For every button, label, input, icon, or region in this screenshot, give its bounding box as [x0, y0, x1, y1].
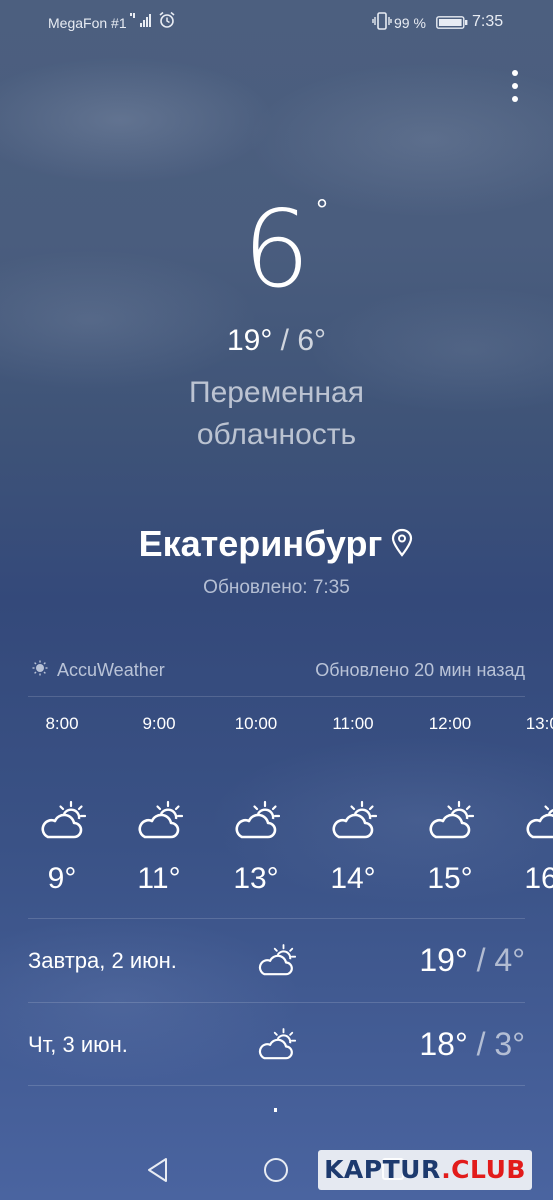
- hourly-item: 13:00 16°: [502, 712, 553, 896]
- signal-icon: [130, 13, 151, 27]
- hourly-item: 11:00 14°: [308, 712, 398, 896]
- alarm-icon: [159, 11, 175, 28]
- degree-symbol: °: [316, 194, 328, 227]
- carrier-name: MegaFon #1: [48, 15, 127, 31]
- status-bar: MegaFon #1 99 % 7:35: [0, 0, 553, 44]
- current-temperature: 6: [242, 188, 311, 311]
- divider: [28, 918, 525, 919]
- watermark-logo: KAPTUR.CLUB: [318, 1150, 532, 1190]
- hour-temperature: 11°: [137, 862, 181, 895]
- daily-forecast-row[interactable]: Чт, 3 июн. 18° / 3°: [28, 1004, 525, 1086]
- day-low: 4°: [494, 942, 525, 978]
- hour-time: 8:00: [45, 714, 79, 733]
- location-pin-icon: [392, 529, 413, 558]
- provider-updated: Обновлено 20 мин назад: [315, 660, 525, 680]
- day-name: Завтра, 2 июн.: [28, 948, 177, 973]
- divider: [28, 696, 525, 697]
- hour-time: 11:00: [332, 714, 374, 733]
- scroll-indicator: [274, 1108, 277, 1112]
- divider: [28, 1085, 525, 1086]
- home-icon[interactable]: [263, 1157, 289, 1183]
- watermark-part-2: .CLUB: [441, 1155, 526, 1184]
- day-temperature-range: 19° / 4°: [419, 942, 525, 979]
- weather-condition: Переменная облачность: [0, 372, 553, 456]
- hour-temperature: 9°: [47, 862, 77, 895]
- partly-cloudy-icon: [138, 800, 183, 839]
- hour-time: 9:00: [142, 714, 176, 733]
- hourly-item: 10:00 13°: [211, 712, 301, 896]
- divider: [28, 1002, 525, 1003]
- status-clock: 7:35: [472, 13, 504, 30]
- watermark-part-1: KAPTUR: [324, 1155, 442, 1184]
- high-low-temperature: 19° / 6°: [0, 324, 553, 358]
- hour-temperature: 16°: [524, 862, 553, 895]
- hourly-forecast[interactable]: 8:00 9° 9:00 11° 10:00 13° 11:00 14° 12:…: [0, 712, 553, 912]
- partly-cloudy-icon: [526, 800, 553, 839]
- last-updated: Обновлено: 7:35: [203, 577, 350, 598]
- daily-forecast-row[interactable]: Завтра, 2 июн. 19° / 4°: [28, 920, 525, 1002]
- condition-line-2: облачность: [196, 418, 357, 451]
- partly-cloudy-icon: [235, 800, 280, 839]
- hour-temperature: 13°: [233, 862, 279, 895]
- partly-cloudy-icon: [429, 800, 474, 839]
- hour-temperature: 14°: [330, 862, 376, 895]
- battery-icon: [436, 16, 468, 29]
- hourly-item: 9:00 11°: [114, 712, 204, 896]
- day-high: 19°: [419, 942, 468, 978]
- condition-line-1: Переменная: [189, 376, 364, 409]
- provider-row[interactable]: AccuWeather Обновлено 20 мин назад: [28, 650, 525, 690]
- provider-name[interactable]: AccuWeather: [57, 660, 165, 681]
- partly-cloudy-icon: [258, 1027, 296, 1060]
- hour-time: 13:00: [525, 714, 553, 733]
- vibrate-icon: [372, 12, 392, 30]
- day-name: Чт, 3 июн.: [28, 1032, 128, 1057]
- hourly-item: 12:00 15°: [405, 712, 495, 896]
- day-high: 18°: [419, 1026, 468, 1062]
- separator: /: [476, 942, 486, 978]
- day-temperature-range: 18° / 3°: [419, 1026, 525, 1063]
- separator: /: [280, 324, 290, 357]
- city-name[interactable]: Екатеринбург: [139, 523, 383, 564]
- day-low: 3°: [494, 1026, 525, 1062]
- back-icon[interactable]: [146, 1157, 170, 1183]
- low-temperature: 6°: [297, 324, 327, 357]
- city-selector[interactable]: Екатеринбург: [0, 523, 553, 565]
- hour-temperature: 15°: [427, 862, 473, 895]
- separator: /: [476, 1026, 486, 1062]
- accuweather-sun-icon: [32, 660, 48, 676]
- battery-percent: 99 %: [394, 15, 426, 31]
- current-temperature-block: 6 °: [0, 190, 553, 320]
- partly-cloudy-icon: [332, 800, 377, 839]
- hourly-item: 8:00 9°: [17, 712, 107, 896]
- more-options-icon[interactable]: [500, 66, 530, 106]
- partly-cloudy-icon: [258, 943, 296, 976]
- hour-time: 10:00: [234, 714, 278, 733]
- hour-time: 12:00: [428, 714, 472, 733]
- partly-cloudy-icon: [41, 800, 86, 839]
- high-temperature: 19°: [226, 324, 273, 357]
